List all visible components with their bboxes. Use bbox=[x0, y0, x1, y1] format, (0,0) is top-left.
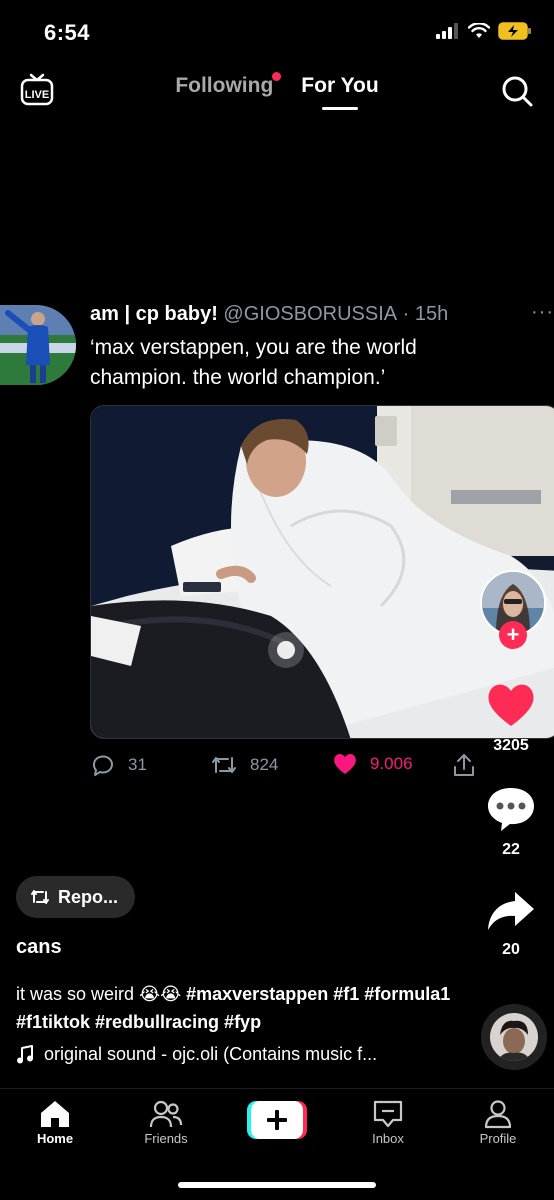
repost-icon bbox=[31, 890, 49, 904]
nav-profile[interactable]: Profile bbox=[458, 1097, 538, 1146]
repost-label: Repo... bbox=[58, 886, 119, 907]
tab-following[interactable]: Following bbox=[175, 72, 282, 110]
search-icon bbox=[502, 76, 533, 107]
tweet-display-name: am | cp baby! bbox=[90, 303, 218, 325]
tweet-like: 9.006 bbox=[332, 752, 413, 776]
home-indicator bbox=[178, 1182, 376, 1188]
comment-count: 22 bbox=[502, 841, 520, 858]
caption-author[interactable]: cans bbox=[16, 936, 62, 959]
comment-button[interactable]: 22 bbox=[480, 784, 542, 859]
tweet-reply: 31 bbox=[90, 752, 147, 778]
inbox-icon bbox=[373, 1100, 403, 1128]
status-time: 6:54 bbox=[44, 20, 91, 45]
nav-inbox[interactable]: Inbox bbox=[348, 1097, 428, 1146]
caption-text: it was so weird 😭😭 #maxverstappen #f1 #f… bbox=[16, 980, 456, 1036]
home-icon bbox=[41, 1101, 69, 1127]
nav-friends[interactable]: Friends bbox=[126, 1097, 206, 1146]
friends-icon bbox=[149, 1100, 183, 1128]
like-count: 3205 bbox=[493, 737, 529, 754]
reply-icon bbox=[92, 755, 113, 776]
search-button[interactable] bbox=[500, 74, 534, 108]
profile-icon bbox=[484, 1100, 512, 1129]
music-note-icon bbox=[17, 1044, 33, 1063]
heart-icon bbox=[488, 684, 534, 726]
share-count: 20 bbox=[502, 941, 520, 958]
nav-home-label: Home bbox=[36, 1131, 74, 1146]
tweet-author: am | cp baby! @GIOSBORUSSIA · 15h bbox=[90, 303, 448, 326]
status-icons bbox=[436, 22, 532, 40]
create-button[interactable] bbox=[247, 1101, 307, 1139]
tab-for-you-label: For You bbox=[301, 74, 379, 97]
heart-filled-icon bbox=[334, 754, 356, 774]
tab-for-you[interactable]: For You bbox=[301, 74, 379, 110]
nav-profile-label: Profile bbox=[479, 1131, 517, 1146]
battery-charging-icon bbox=[498, 22, 531, 40]
sound-title: original sound - ojc.oli (Contains music… bbox=[44, 1044, 378, 1064]
follow-plus-button[interactable]: + bbox=[499, 621, 527, 649]
wifi-icon bbox=[468, 23, 490, 38]
nav-home[interactable]: Home bbox=[15, 1097, 95, 1146]
active-tab-indicator bbox=[321, 107, 358, 110]
tweet-retweet: 824 bbox=[210, 752, 278, 778]
cellular-signal-icon bbox=[436, 23, 458, 39]
retweet-count: 824 bbox=[250, 755, 279, 774]
tweet-like-count: 9.006 bbox=[370, 754, 413, 773]
tweet-actions: 31 824 9.006 bbox=[90, 752, 490, 782]
tweet-share bbox=[452, 752, 476, 778]
comment-icon bbox=[488, 788, 534, 831]
tweet-age: · 15h bbox=[402, 303, 449, 325]
retweet-icon bbox=[212, 757, 236, 773]
share-upload-icon bbox=[454, 754, 474, 776]
tweet-more-icon: ··· bbox=[531, 301, 554, 323]
nav-friends-label: Friends bbox=[144, 1131, 188, 1146]
like-button[interactable]: 3205 bbox=[480, 680, 542, 755]
status-bar: 6:54 bbox=[0, 0, 554, 66]
tweet-handle: @GIOSBORUSSIA bbox=[223, 303, 398, 325]
feed-tabs: Following For You bbox=[0, 72, 554, 110]
share-button[interactable]: 20 bbox=[480, 888, 542, 959]
plus-icon bbox=[247, 1101, 307, 1139]
tweet-text: ‘max verstappen, you are the world champ… bbox=[90, 336, 417, 389]
caption-body: it was so weird 😭😭 bbox=[16, 984, 182, 1004]
repost-button[interactable]: Repo... bbox=[16, 876, 135, 918]
notification-dot bbox=[272, 72, 282, 81]
tab-following-label: Following bbox=[175, 74, 274, 97]
share-arrow-icon bbox=[488, 892, 534, 930]
nav-inbox-label: Inbox bbox=[372, 1131, 404, 1146]
sound-link[interactable]: original sound - ojc.oli (Contains music… bbox=[16, 1044, 456, 1065]
sound-disc[interactable] bbox=[481, 1004, 547, 1070]
tweet-avatar bbox=[0, 305, 76, 385]
reply-count: 31 bbox=[128, 755, 147, 774]
